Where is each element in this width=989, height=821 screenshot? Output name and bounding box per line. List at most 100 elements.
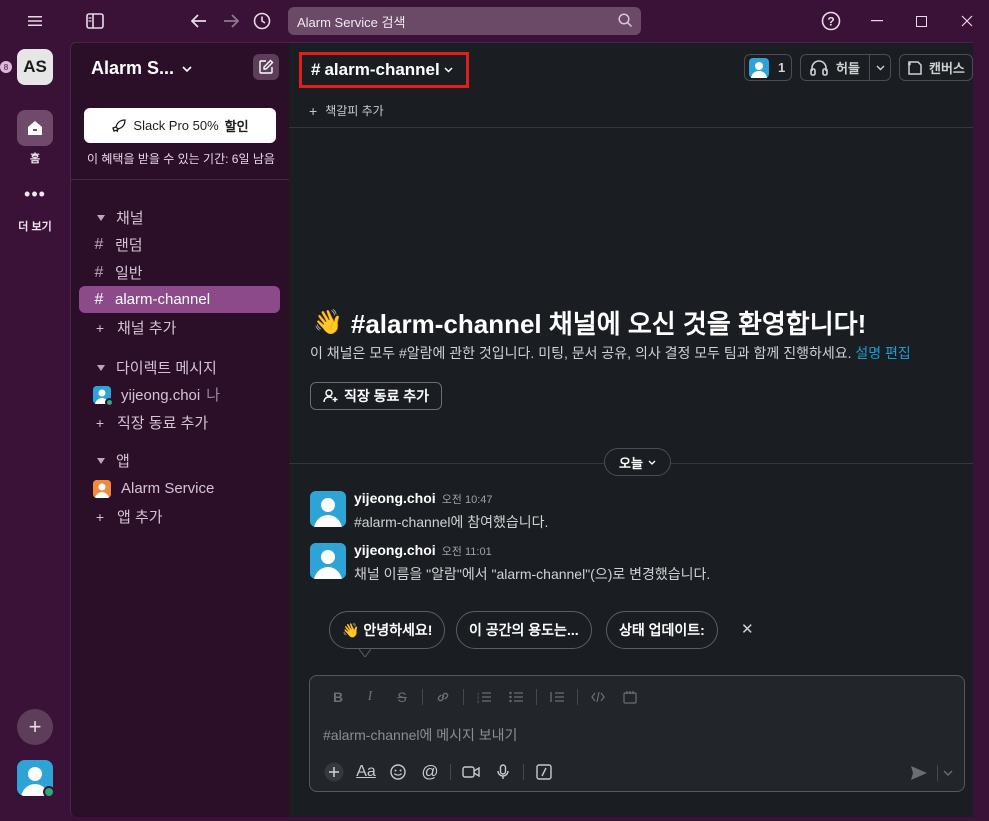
italic-icon[interactable]: I <box>354 686 386 708</box>
suggestion-chip-status[interactable]: 상태 업데이트: <box>606 611 718 649</box>
welcome-heading: 👋 #alarm-channel 채널에 오신 것을 환영합니다! <box>313 304 866 341</box>
edit-description-link[interactable]: 설명 편집 <box>855 345 910 361</box>
huddle-button[interactable]: 허들 <box>800 54 891 81</box>
channel-title-button[interactable]: # alarm-channel <box>299 52 469 88</box>
formatting-toolbar: B I S 123 <box>322 686 646 708</box>
add-workspace-button[interactable]: + <box>17 709 53 745</box>
caret-down-icon <box>97 364 105 371</box>
message-author[interactable]: yijeong.choi <box>354 542 436 558</box>
slack-pro-promo-button[interactable]: Slack Pro 50% 할인 <box>84 108 276 143</box>
plus-icon: + <box>95 414 105 431</box>
apps-header-label: 앱 <box>116 453 130 470</box>
home-button[interactable] <box>17 110 53 146</box>
suggestion-chip-hello[interactable]: 👋 안녕하세요! <box>329 611 446 649</box>
text-format-icon[interactable]: Aa <box>350 760 382 784</box>
video-icon[interactable] <box>455 760 487 784</box>
mention-icon[interactable]: @ <box>414 760 446 784</box>
date-divider-button[interactable]: 오늘 <box>604 448 671 476</box>
link-icon[interactable] <box>427 686 459 708</box>
members-button[interactable]: 1 <box>744 54 792 81</box>
maximize-icon[interactable] <box>908 8 934 34</box>
sidebar-item-app-alarm-service[interactable]: Alarm Service <box>79 475 280 502</box>
workspace-name: Alarm S... <box>91 58 175 78</box>
member-avatar-icon <box>749 57 769 78</box>
add-coworker-button[interactable]: 직장 동료 추가 <box>310 382 443 410</box>
search-icon <box>618 13 633 28</box>
code-block-icon[interactable] <box>614 686 646 708</box>
slash-command-icon[interactable] <box>528 760 560 784</box>
blockquote-icon[interactable] <box>541 686 573 708</box>
minimize-icon[interactable] <box>864 8 890 34</box>
sidebar-item-dm-self[interactable]: yijeong.choi 나 <box>79 381 280 408</box>
send-icon[interactable] <box>910 765 928 781</box>
compose-button[interactable] <box>253 54 279 80</box>
search-text: Alarm Service 검색 <box>297 14 406 30</box>
avatar[interactable] <box>310 543 346 579</box>
chevron-down-icon <box>876 65 884 70</box>
schedule-send-chevron-icon[interactable] <box>942 764 954 782</box>
hash-icon: # <box>94 263 104 281</box>
huddle-label: 허들 <box>836 61 860 76</box>
dm-section-header[interactable]: 다이렉트 메시지 <box>96 357 217 378</box>
add-channel-button[interactable]: + 채널 추가 <box>79 314 280 341</box>
add-coworker-label: 직장 동료 추가 <box>117 415 209 432</box>
add-bookmark-button[interactable]: + 책갈피 추가 <box>309 102 384 119</box>
more-icon[interactable]: ••• <box>17 180 53 208</box>
bold-icon[interactable]: B <box>322 686 354 708</box>
plus-icon: + <box>95 508 105 525</box>
compose-icon <box>259 59 274 74</box>
caret-down-icon <box>97 457 105 464</box>
huddle-options-chevron[interactable] <box>870 65 890 71</box>
waving-hand-icon: 👋 <box>313 309 343 336</box>
hamburger-icon[interactable] <box>22 8 48 34</box>
message-timestamp[interactable]: 오전 11:01 <box>442 546 492 558</box>
canvas-button[interactable]: 캔버스 <box>899 54 973 81</box>
sidebar-item-channel-alarm[interactable]: # alarm-channel <box>79 286 280 313</box>
ordered-list-icon[interactable]: 123 <box>468 686 500 708</box>
home-label: 홈 <box>29 153 41 165</box>
channel-title: alarm-channel <box>324 60 440 79</box>
message-composer[interactable]: B I S 123 #alarm-channel에 메시지 보내기 Aa @ <box>309 675 965 792</box>
avatar[interactable] <box>310 491 346 527</box>
sidebar-toggle-icon[interactable] <box>82 8 108 34</box>
forward-arrow-icon[interactable] <box>218 8 244 34</box>
back-arrow-icon[interactable] <box>186 8 212 34</box>
hash-icon: # <box>94 290 104 308</box>
workspace-name-button[interactable]: Alarm S... <box>91 58 192 79</box>
member-count: 1 <box>778 60 786 75</box>
close-icon[interactable] <box>954 8 980 34</box>
close-suggestions-icon[interactable]: ✕ <box>741 620 754 638</box>
message-author[interactable]: yijeong.choi <box>354 490 436 506</box>
add-coworker-sidebar-button[interactable]: + 직장 동료 추가 <box>79 409 280 436</box>
bulleted-list-icon[interactable] <box>500 686 532 708</box>
suggestion-chip-purpose[interactable]: 이 공간의 용도는... <box>456 611 592 649</box>
dm-user-label: yijeong.choi <box>121 387 201 404</box>
channel-label: 랜덤 <box>115 237 143 254</box>
channels-section-header[interactable]: 채널 <box>96 207 144 228</box>
message-input-placeholder[interactable]: #alarm-channel에 메시지 보내기 <box>323 725 517 745</box>
welcome-description: 이 채널은 모두 #알람에 관한 것입니다. 미팅, 문서 공유, 의사 결정 … <box>310 343 911 363</box>
sidebar-item-channel-general[interactable]: # 일반 <box>79 259 280 286</box>
header-divider <box>289 127 973 128</box>
workspace-avatar[interactable]: AS <box>17 49 53 85</box>
microphone-icon[interactable] <box>487 760 519 784</box>
help-icon[interactable]: ? <box>818 8 844 34</box>
attach-plus-icon[interactable] <box>318 760 350 784</box>
promo-label: Slack Pro 50% <box>133 118 219 133</box>
promo-label-bold: 할인 <box>224 119 249 134</box>
emoji-icon[interactable] <box>382 760 414 784</box>
apps-section-header[interactable]: 앱 <box>96 450 130 471</box>
channel-label: alarm-channel <box>115 291 211 308</box>
chevron-down-icon <box>648 460 656 465</box>
code-icon[interactable] <box>582 686 614 708</box>
sidebar-item-channel-random[interactable]: # 랜덤 <box>79 231 280 258</box>
message-timestamp[interactable]: 오전 10:47 <box>442 494 493 506</box>
canvas-label: 캔버스 <box>929 61 965 76</box>
bookmark-label: 책갈피 추가 <box>325 104 384 118</box>
add-app-button[interactable]: + 앱 추가 <box>79 503 280 530</box>
history-icon[interactable] <box>249 8 275 34</box>
svg-text:?: ? <box>827 15 834 29</box>
online-status-dot <box>105 397 114 407</box>
strikethrough-icon[interactable]: S <box>386 686 418 708</box>
search-input[interactable]: Alarm Service 검색 <box>288 7 641 35</box>
